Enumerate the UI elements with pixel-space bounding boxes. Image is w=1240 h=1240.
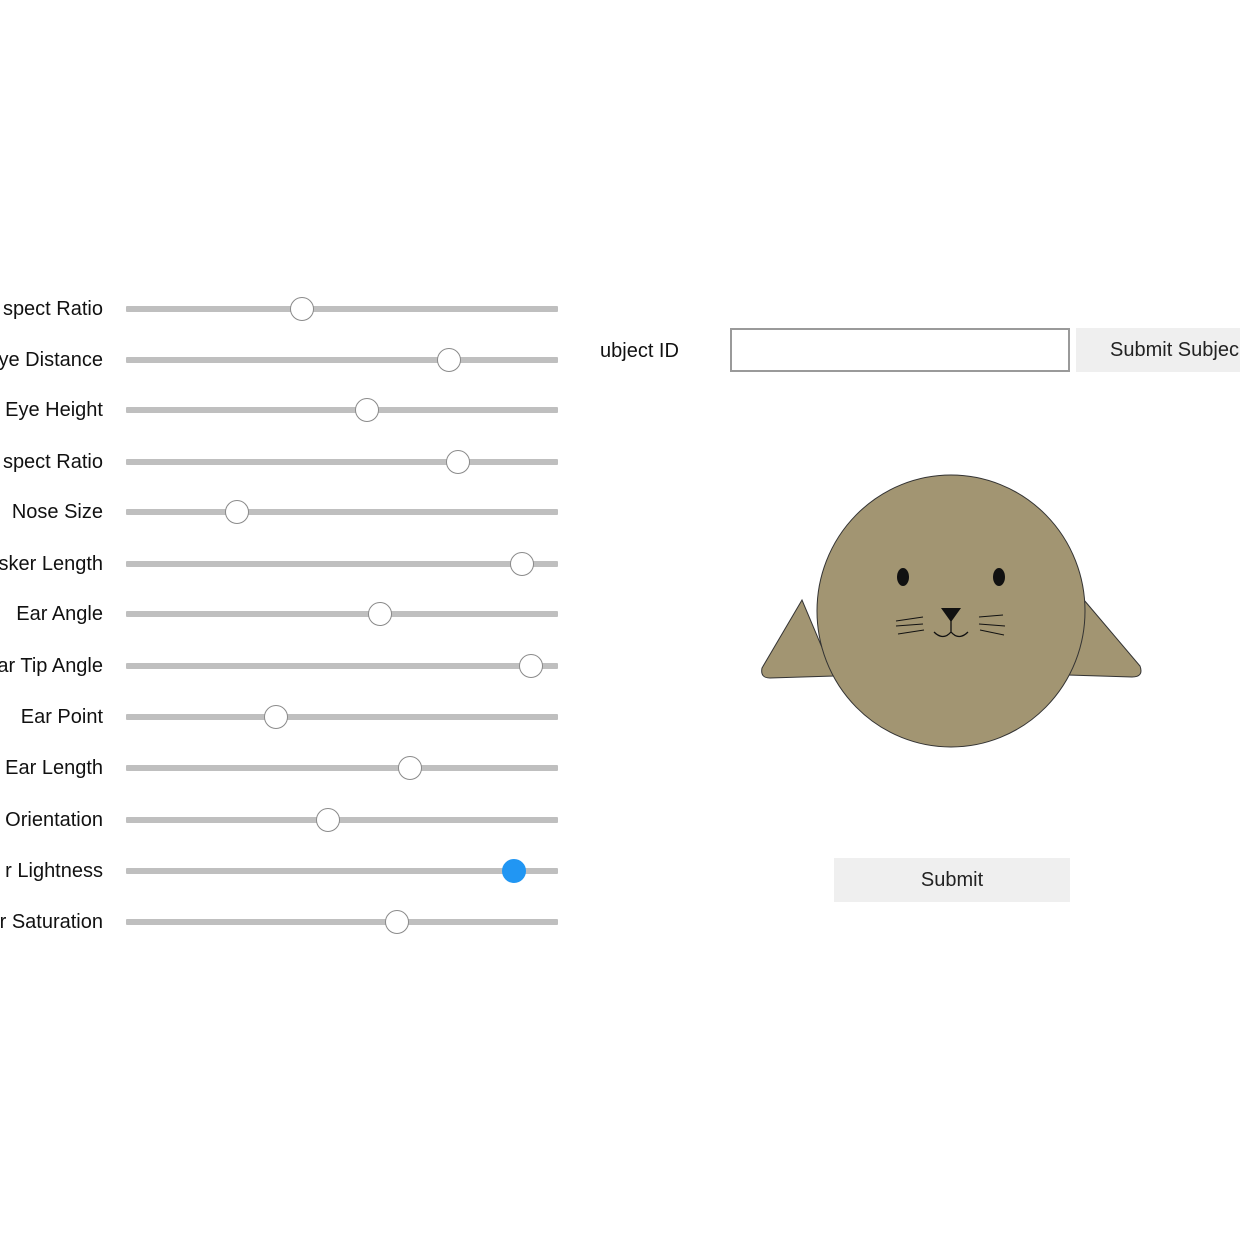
slider-label: sker Length — [0, 553, 103, 575]
slider-label: Eye Height — [5, 399, 103, 421]
submit-button[interactable]: Submit — [834, 858, 1070, 902]
slider-thumb[interactable] — [290, 297, 315, 321]
slider-track[interactable] — [126, 357, 558, 363]
slider-row: Ear Angle — [0, 594, 600, 634]
slider-thumb[interactable] — [367, 602, 392, 626]
slider-thumb[interactable] — [385, 910, 410, 934]
slider-track[interactable] — [126, 919, 558, 925]
slider-row: r Lightness — [0, 851, 600, 891]
slider-label: Ear Length — [5, 757, 103, 779]
slider-track[interactable] — [126, 611, 558, 617]
slider-row: spect Ratio — [0, 442, 600, 482]
slider-thumb[interactable] — [501, 859, 526, 883]
slider-row: Eye Height — [0, 390, 600, 430]
slider-thumb[interactable] — [354, 398, 379, 422]
slider-label: ar Tip Angle — [0, 655, 103, 677]
slider-label: spect Ratio — [2, 451, 103, 473]
slider-track[interactable] — [126, 306, 558, 312]
seal-face-preview — [761, 474, 1142, 748]
slider-row: Nose Size — [0, 492, 600, 532]
slider-thumb[interactable] — [225, 500, 250, 524]
slider-label: spect Ratio — [2, 298, 103, 320]
slider-track[interactable] — [126, 459, 558, 465]
slider-track[interactable] — [126, 509, 558, 515]
slider-label: r Saturation — [0, 911, 103, 933]
slider-thumb[interactable] — [398, 756, 423, 780]
slider-track[interactable] — [126, 407, 558, 413]
slider-row: r Saturation — [0, 902, 600, 942]
slider-label: r Lightness — [5, 860, 103, 882]
right-eye — [993, 568, 1005, 586]
subject-id-label: ubject ID — [600, 340, 679, 362]
slider-track[interactable] — [126, 868, 558, 874]
slider-thumb[interactable] — [264, 705, 289, 729]
slider-row: sker Length — [0, 544, 600, 584]
slider-thumb[interactable] — [316, 808, 341, 832]
slider-track[interactable] — [126, 765, 558, 771]
slider-row: ye Distance — [0, 340, 600, 380]
subject-id-input[interactable] — [730, 328, 1070, 372]
slider-panel: spect Ratio ye Distance Eye Height spect Ra… — [0, 0, 600, 1240]
slider-track[interactable] — [126, 817, 558, 823]
slider-label: Ear Angle — [16, 603, 103, 625]
slider-label: Orientation — [5, 809, 103, 831]
slider-label: ye Distance — [0, 349, 103, 371]
slider-row: Orientation — [0, 800, 600, 840]
slider-label: Ear Point — [20, 706, 103, 728]
submit-subject-button[interactable]: Submit Subjec — [1076, 328, 1240, 372]
slider-track[interactable] — [126, 663, 558, 669]
slider-row: Ear Length — [0, 748, 600, 788]
slider-track[interactable] — [126, 714, 558, 720]
slider-row: Ear Point — [0, 697, 600, 737]
slider-thumb[interactable] — [437, 348, 461, 372]
slider-thumb[interactable] — [510, 552, 535, 576]
slider-thumb[interactable] — [445, 450, 470, 474]
left-eye — [897, 568, 909, 586]
slider-thumb[interactable] — [519, 654, 544, 678]
slider-label: Nose Size — [11, 501, 103, 523]
slider-track[interactable] — [126, 561, 558, 567]
slider-row: ar Tip Angle — [0, 646, 600, 686]
slider-row: spect Ratio — [0, 289, 600, 329]
